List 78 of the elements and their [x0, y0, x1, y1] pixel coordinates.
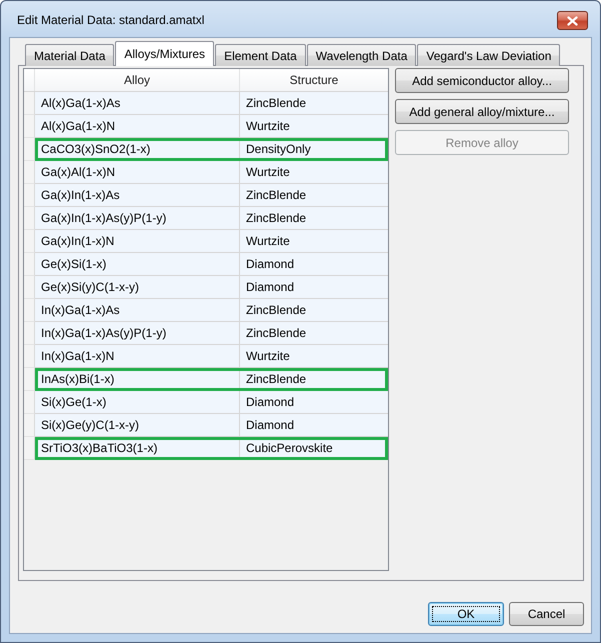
add-mixture-button[interactable]: Add general alloy/mixture...: [395, 99, 569, 124]
table-cell: ZincBlende: [239, 92, 388, 114]
close-button[interactable]: [557, 11, 588, 30]
row-header[interactable]: [24, 92, 35, 115]
table-cell: Wurtzite: [239, 161, 388, 183]
table-cell: ZincBlende: [239, 322, 388, 344]
table-cell-text: Ga(x)In(1-x)As(y)P(1-y): [40, 210, 168, 227]
table-row[interactable]: Ga(x)Al(1-x)N Wurtzite: [35, 161, 388, 184]
table-cell-text: CaCO3(x)SnO2(1-x): [40, 141, 152, 158]
table-cell-text: Ga(x)Al(1-x)N: [40, 164, 116, 181]
tab[interactable]: Wavelength Data: [306, 44, 416, 66]
row-header[interactable]: [24, 391, 35, 414]
column-header[interactable]: Structure: [239, 69, 388, 91]
tab[interactable]: Material Data: [25, 44, 114, 66]
row-header[interactable]: [24, 207, 35, 230]
row-header[interactable]: [24, 345, 35, 368]
tab[interactable]: Vegard's Law Deviation: [417, 44, 560, 66]
row-header[interactable]: [24, 299, 35, 322]
table-row[interactable]: Ga(x)In(1-x)As ZincBlende: [35, 184, 388, 207]
table-row[interactable]: InAs(x)Bi(1-x) ZincBlende: [35, 368, 388, 391]
table-cell-text: SrTiO3(x)BaTiO3(1-x): [40, 440, 158, 457]
table-cell-text: In(x)Ga(1-x)As(y)P(1-y): [40, 325, 168, 342]
row-header[interactable]: [24, 184, 35, 207]
table-cell: ZincBlende: [239, 368, 388, 390]
table-cell: ZincBlende: [239, 299, 388, 321]
add-alloy-button[interactable]: Add semiconductor alloy...: [395, 68, 569, 93]
table-row[interactable]: Ge(x)Si(y)C(1-x-y) Diamond: [35, 276, 388, 299]
row-header[interactable]: [24, 276, 35, 299]
table-cell-text: Ge(x)Si(1-x): [40, 256, 108, 273]
table-row[interactable]: Ge(x)Si(1-x) Diamond: [35, 253, 388, 276]
column-header[interactable]: Alloy: [35, 69, 239, 91]
table-cell: Wurtzite: [239, 115, 388, 137]
tab[interactable]: Element Data: [215, 44, 306, 66]
table-row[interactable]: In(x)Ga(1-x)As(y)P(1-y) ZincBlende: [35, 322, 388, 345]
table-cell-text: Al(x)Ga(1-x)As: [40, 95, 122, 112]
table-cell: ZincBlende: [239, 207, 388, 229]
table-cell-text: In(x)Ga(1-x)N: [40, 348, 116, 365]
table-row[interactable]: Ga(x)In(1-x)As(y)P(1-y) ZincBlende: [35, 207, 388, 230]
table-cell-text: Ga(x)In(1-x)N: [40, 233, 116, 250]
table-row[interactable]: CaCO3(x)SnO2(1-x) DensityOnly: [35, 138, 388, 161]
ok-button[interactable]: OK: [428, 602, 504, 626]
table-cell: DensityOnly: [239, 138, 388, 160]
table-cell-text: Si(x)Ge(y)C(1-x-y): [40, 417, 140, 434]
row-header[interactable]: [24, 322, 35, 345]
table-cell: ZincBlende: [239, 184, 388, 206]
table-cell-text: In(x)Ga(1-x)As: [40, 302, 121, 319]
table-cell: Diamond: [239, 414, 388, 436]
row-header[interactable]: [24, 414, 35, 437]
table-cell: Diamond: [239, 253, 388, 275]
table-cell: Wurtzite: [239, 230, 388, 252]
row-header[interactable]: [24, 138, 35, 161]
table-row[interactable]: In(x)Ga(1-x)N Wurtzite: [35, 345, 388, 368]
table-row[interactable]: Al(x)Ga(1-x)N Wurtzite: [35, 115, 388, 138]
table-cell: Diamond: [239, 276, 388, 298]
table-row[interactable]: SrTiO3(x)BaTiO3(1-x) CubicPerovskite: [35, 437, 388, 460]
table-row[interactable]: In(x)Ga(1-x)As ZincBlende: [35, 299, 388, 322]
cancel-button[interactable]: Cancel: [509, 602, 584, 626]
row-header[interactable]: [24, 368, 35, 391]
table-cell-text: Ga(x)In(1-x)As: [40, 187, 121, 204]
close-icon: [567, 16, 578, 26]
table-cell-text: InAs(x)Bi(1-x): [40, 371, 116, 388]
table-row[interactable]: Ga(x)In(1-x)N Wurtzite: [35, 230, 388, 253]
row-header[interactable]: [24, 253, 35, 276]
row-header[interactable]: [24, 161, 35, 184]
table-row[interactable]: Si(x)Ge(1-x) Diamond: [35, 391, 388, 414]
table-cell: Diamond: [239, 391, 388, 413]
row-header[interactable]: [24, 230, 35, 253]
table-cell-text: Al(x)Ga(1-x)N: [40, 118, 116, 135]
table-cell-text: Si(x)Ge(1-x): [40, 394, 108, 411]
window-title: Edit Material Data: standard.amatxl: [17, 12, 204, 28]
row-header[interactable]: [24, 437, 35, 460]
tab[interactable]: Alloys/Mixtures: [115, 41, 214, 66]
table-cell: CubicPerovskite: [239, 437, 388, 459]
row-header[interactable]: [24, 115, 35, 138]
table-row[interactable]: Si(x)Ge(y)C(1-x-y) Diamond: [35, 414, 388, 437]
table-cell: Wurtzite: [239, 345, 388, 367]
table-row[interactable]: Al(x)Ga(1-x)As ZincBlende: [35, 92, 388, 115]
table-cell-text: Ge(x)Si(y)C(1-x-y): [40, 279, 140, 296]
